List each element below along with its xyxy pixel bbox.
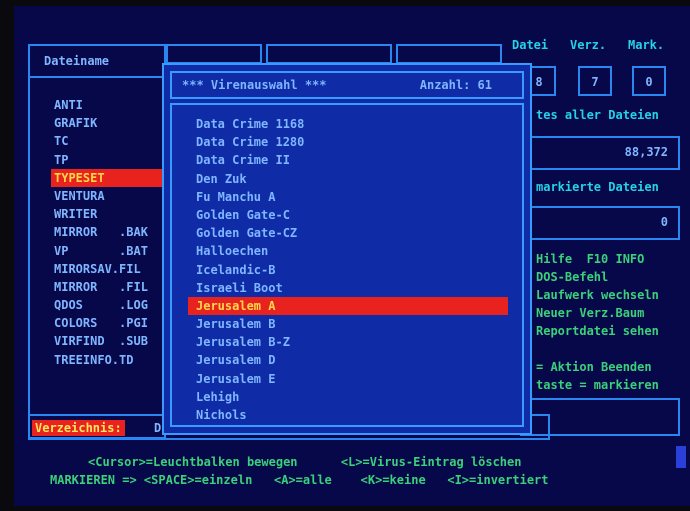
right-bottom-box — [520, 398, 680, 436]
hidden-tab-1 — [166, 44, 262, 64]
hidden-tab-2 — [266, 44, 392, 64]
file-item[interactable]: MIRROR .FIL — [54, 278, 172, 296]
virus-item[interactable]: Data Crime 1168 — [188, 115, 508, 133]
file-item[interactable]: TP — [54, 151, 172, 169]
virus-item[interactable]: Icelandic-B — [188, 261, 508, 279]
virus-count: Anzahl: 61 — [419, 78, 492, 92]
file-item[interactable]: MIRORSAV.FIL — [54, 260, 172, 278]
file-list: ANTI GRAFIK TC TP TYPESET VENTURA WRITER MIRROR… — [51, 96, 172, 369]
virus-item[interactable]: Jerusalem E — [188, 370, 508, 388]
virus-item[interactable]: Jerusalem D — [188, 351, 508, 369]
file-item[interactable]: TREEINFO.TD — [54, 351, 172, 369]
file-item[interactable]: COLORS .PGI — [54, 314, 172, 332]
marked-value: 0 — [660, 215, 668, 229]
file-item[interactable]: WRITER — [54, 205, 172, 223]
function-key-help: Hilfe F10 INFO DOS-Befehl Laufwerk wechs… — [536, 250, 659, 340]
virus-item[interactable]: Golden Gate-CZ — [188, 224, 508, 242]
help-line[interactable]: DOS-Befehl — [536, 268, 659, 286]
file-item[interactable]: VIRFIND .SUB — [54, 332, 172, 350]
scroll-marker — [676, 446, 686, 468]
virus-list-frame: Data Crime 1168 Data Crime 1280 Data Crime… — [170, 103, 524, 427]
virus-selection-dialog: *** Virenauswahl *** Anzahl: 61 Data Cri… — [162, 63, 532, 435]
file-list-header: Dateiname — [30, 46, 164, 78]
virus-item[interactable]: Jerusalem A — [188, 296, 508, 316]
menu-mark[interactable]: Mark. — [628, 36, 664, 54]
virus-item[interactable]: Jerusalem B — [188, 315, 508, 333]
virus-item[interactable]: Den Zuk — [188, 170, 508, 188]
virus-item[interactable]: Jerusalem B-Z — [188, 333, 508, 351]
action-line: taste = markieren — [536, 378, 659, 392]
file-item[interactable]: ANTI — [54, 96, 172, 114]
total-label: tes aller Dateien — [536, 108, 659, 122]
count-mark-box: 0 — [632, 66, 666, 96]
menu-verz[interactable]: Verz. — [570, 36, 606, 54]
file-item[interactable]: QDOS .LOG — [54, 296, 172, 314]
marked-box: 0 — [520, 206, 680, 240]
count-verz: 7 — [591, 75, 599, 89]
virus-item[interactable]: Lehigh — [188, 388, 508, 406]
help-line[interactable]: Hilfe F10 INFO — [536, 250, 659, 268]
total-value: 88,372 — [624, 145, 668, 159]
file-item[interactable]: VP .BAT — [54, 242, 172, 260]
help-line[interactable]: Laufwerk wechseln — [536, 286, 659, 304]
column-title: Dateiname — [44, 54, 110, 68]
dialog-title: *** Virenauswahl *** — [182, 78, 327, 92]
virus-item[interactable]: Golden Gate-C — [188, 206, 508, 224]
file-item[interactable]: TYPESET — [51, 168, 172, 187]
file-list-panel: Dateiname ANTI GRAFIK TC TP TYPESET VENTURA WR… — [28, 44, 172, 439]
total-box: 88,372 — [520, 136, 680, 170]
directory-label: Verzeichnis: — [32, 420, 125, 436]
virus-item[interactable]: Halloechen — [188, 242, 508, 260]
marked-label: markierte Dateien — [536, 180, 659, 194]
count-mark: 0 — [645, 75, 653, 89]
dos-screen: Dateiname ANTI GRAFIK TC TP TYPESET VENTURA WR… — [14, 6, 690, 506]
virus-item[interactable]: Data Crime 1280 — [188, 133, 508, 151]
footer-help-line-1: <Cursor>=Leuchtbalken bewegen <L>=Virus-… — [88, 455, 522, 469]
file-item[interactable]: TC — [54, 132, 172, 150]
action-help: = Aktion Beenden taste = markieren — [536, 358, 659, 394]
file-item[interactable]: MIRROR .BAK — [54, 223, 172, 241]
menu-datei[interactable]: Datei — [512, 36, 548, 54]
help-line[interactable]: Reportdatei sehen — [536, 322, 659, 340]
virus-item[interactable]: Fu Manchu A — [188, 188, 508, 206]
action-line: = Aktion Beenden — [536, 360, 652, 374]
footer-help-line-2: MARKIEREN => <SPACE>=einzeln <A>=alle <K… — [50, 473, 549, 487]
count-verz-box: 7 — [578, 66, 612, 96]
virus-item[interactable]: Nichols — [188, 406, 508, 424]
help-line[interactable]: Neuer Verz.Baum — [536, 304, 659, 322]
virus-item[interactable]: Data Crime II — [188, 151, 508, 169]
file-item[interactable]: GRAFIK — [54, 114, 172, 132]
virus-item[interactable]: Israeli Boot — [188, 279, 508, 297]
virus-list: Data Crime 1168 Data Crime 1280 Data Crime… — [188, 115, 508, 424]
hidden-tab-3 — [396, 44, 502, 64]
file-item[interactable]: VENTURA — [54, 187, 172, 205]
dialog-header: *** Virenauswahl *** Anzahl: 61 — [170, 71, 524, 99]
